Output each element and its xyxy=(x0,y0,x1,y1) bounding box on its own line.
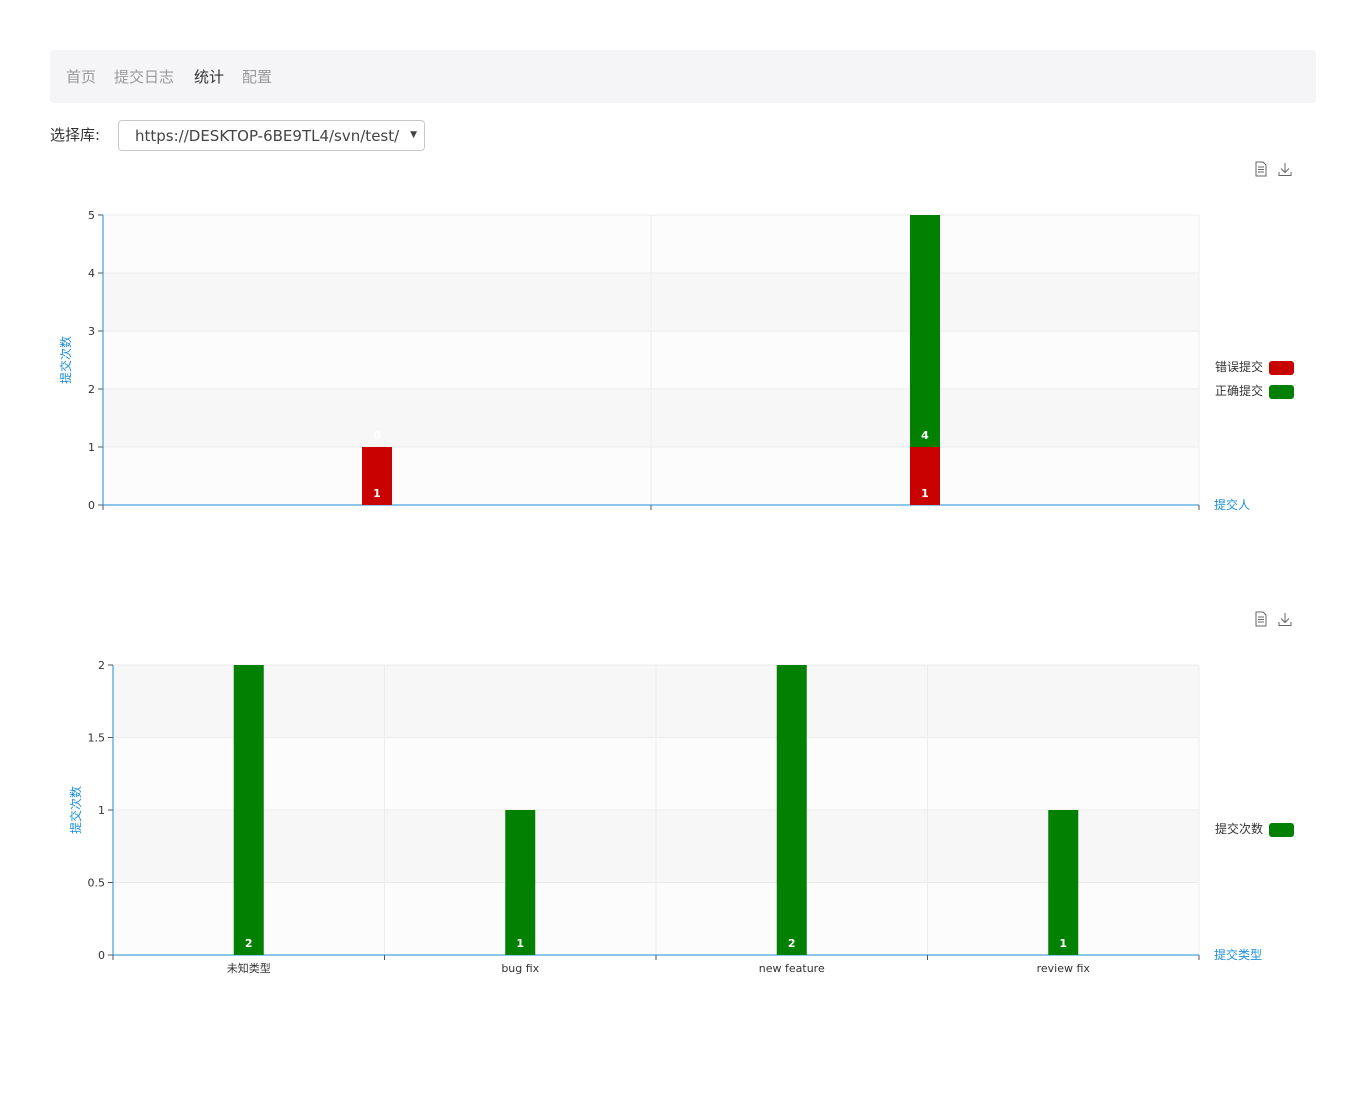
y-tick-label: 2 xyxy=(98,659,105,672)
y-axis-name: 提交次数 xyxy=(68,786,83,834)
y-tick-label: 0.5 xyxy=(88,877,106,890)
bar-label: 2 xyxy=(788,937,796,950)
bar-label: 2 xyxy=(245,937,253,950)
bar xyxy=(1048,810,1079,955)
bar xyxy=(233,665,264,955)
x-tick-label: review fix xyxy=(1037,962,1091,975)
bar-label: 1 xyxy=(516,937,524,950)
x-tick-label: bug fix xyxy=(501,962,539,975)
legend-swatch xyxy=(1269,823,1294,837)
bar xyxy=(505,810,536,955)
bar xyxy=(776,665,807,955)
y-tick-label: 1.5 xyxy=(88,732,106,745)
x-tick-label: new feature xyxy=(759,962,825,975)
legend-label: 提交次数 xyxy=(1215,821,1263,836)
x-tick-label: 未知类型 xyxy=(227,961,271,975)
commit-type-chart: 0 0.5 1 1.5 2 未知类型 bug fix new feature review fi… xyxy=(0,0,1366,1000)
y-tick-label: 0 xyxy=(98,949,105,962)
x-axis-name: 提交类型 xyxy=(1214,947,1262,962)
bar-label: 1 xyxy=(1059,937,1067,950)
commit-type-chart-plot: 0 0.5 1 1.5 2 未知类型 bug fix new feature review fi… xyxy=(68,659,1294,975)
y-tick-label: 1 xyxy=(98,804,105,817)
